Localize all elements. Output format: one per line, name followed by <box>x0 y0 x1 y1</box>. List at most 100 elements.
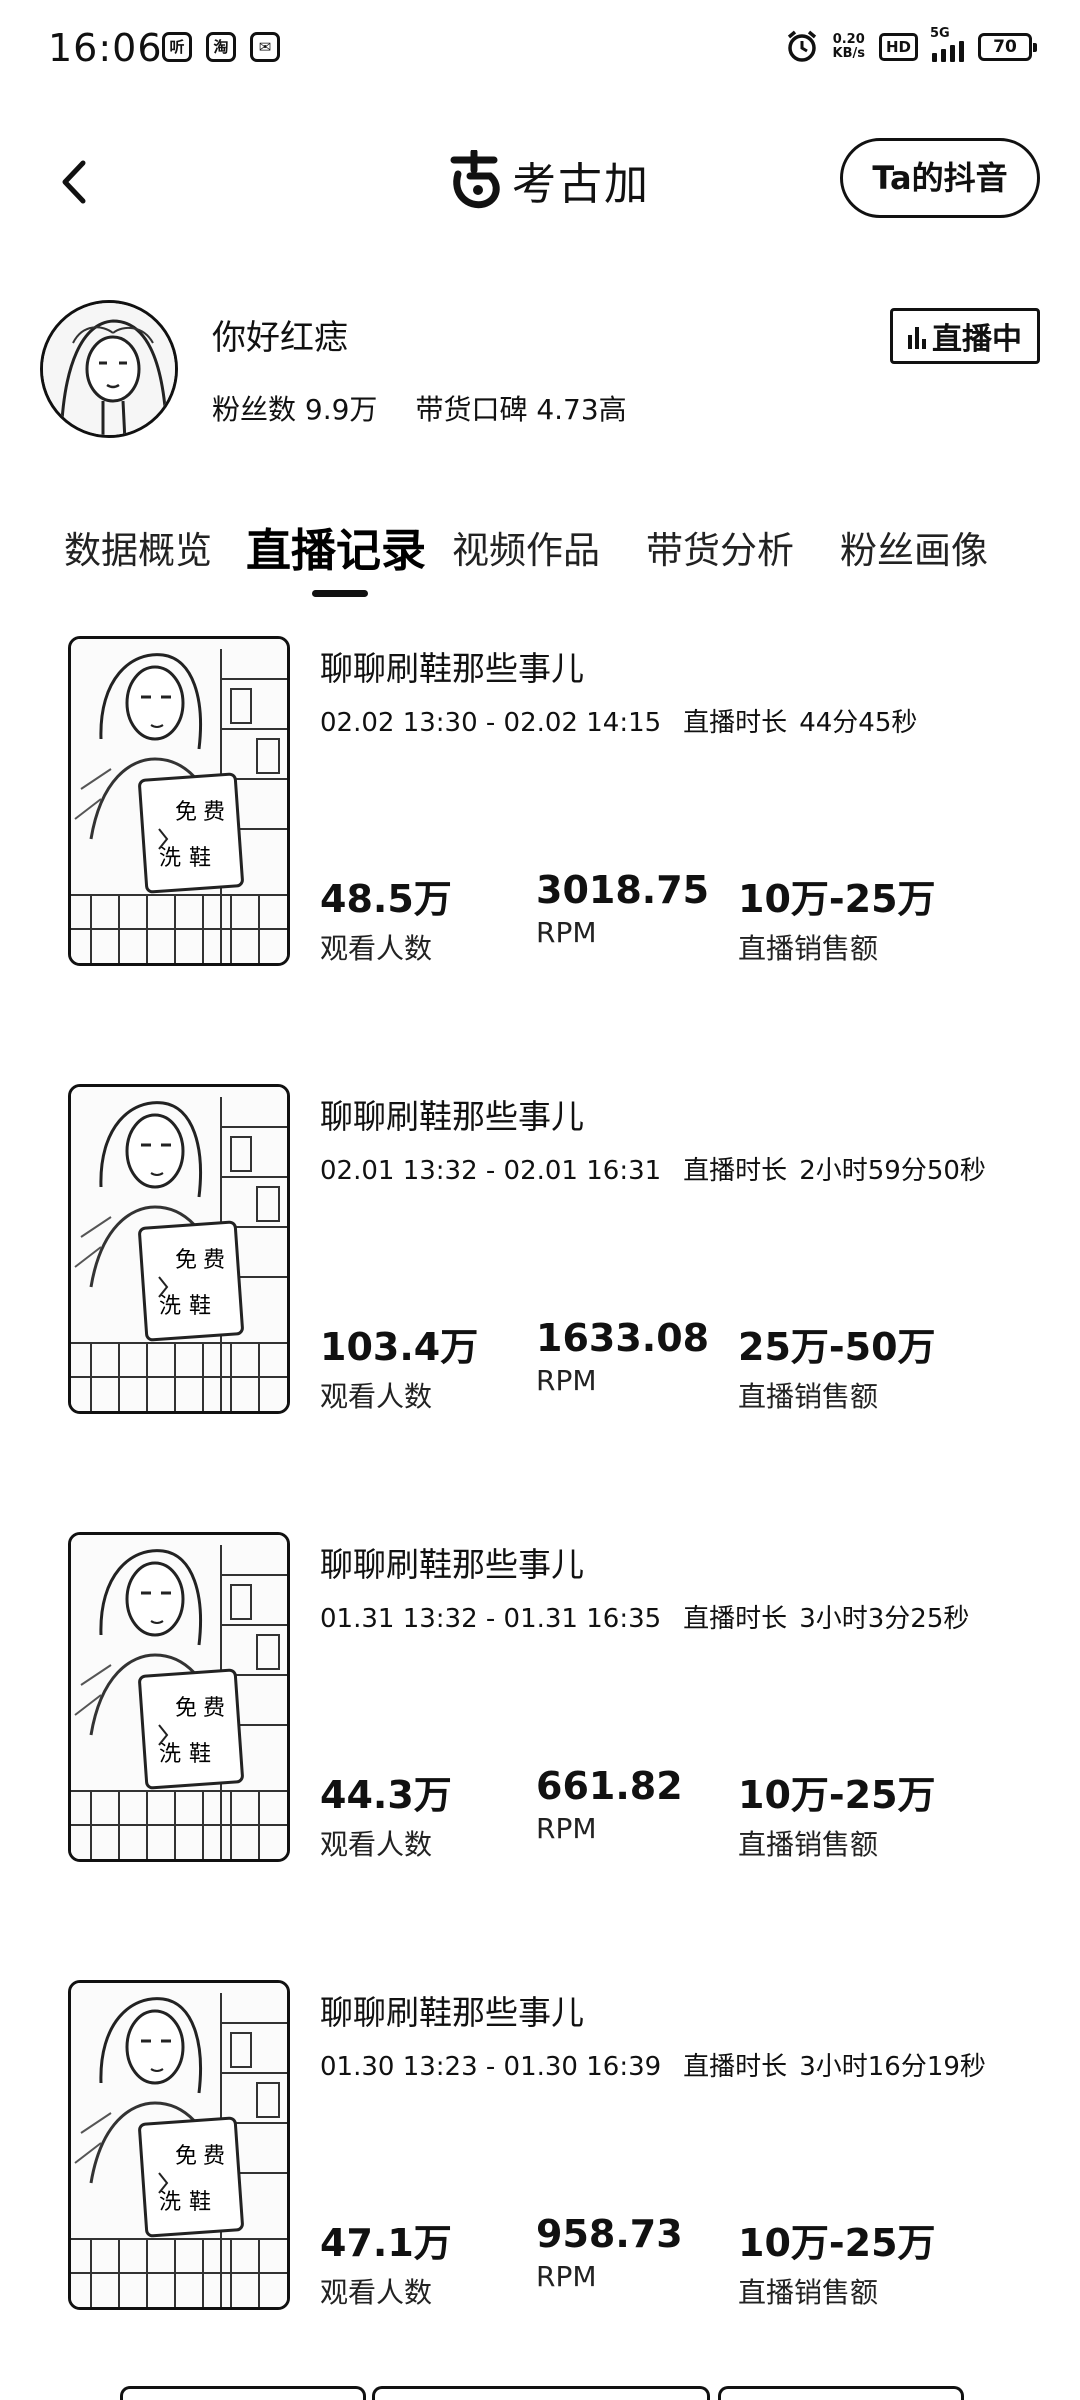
profile-stats: 粉丝数 9.9万 带货口碑 4.73高 <box>212 388 627 428</box>
record-title: 聊聊刷鞋那些事儿 <box>320 649 584 688</box>
record-time: 01.31 13:32 - 01.31 16:35 直播时长 3小时3分25秒 <box>320 1598 969 1635</box>
tab-video-works[interactable]: 视频作品 <box>452 520 600 574</box>
back-button[interactable] <box>44 152 104 212</box>
record-title: 聊聊刷鞋那些事儿 <box>320 1097 584 1136</box>
avatar[interactable] <box>40 300 178 438</box>
fans-count: 粉丝数 9.9万 <box>212 393 378 426</box>
status-indicators: 0.20 KB/s HD 5G 70 <box>785 26 1037 64</box>
sales-label: 直播销售额 <box>738 2276 879 2309</box>
duration-value: 3小时16分19秒 <box>799 2052 986 2082</box>
sign-text: 洗 <box>159 1742 181 1767</box>
rpm-label: RPM <box>536 916 597 949</box>
duration-label: 直播时长 <box>683 708 788 738</box>
viewers-label: 观看人数 <box>320 1380 433 1413</box>
duration-value: 3小时3分25秒 <box>799 1604 970 1634</box>
sales-value: 10万-25万 <box>738 2221 936 2265</box>
tab-sales-analysis[interactable]: 带货分析 <box>646 520 794 574</box>
live-bars-icon <box>908 323 926 349</box>
sign-text: 费 <box>203 800 225 825</box>
metric-viewers: 103.4万 观看人数 <box>320 1316 478 1415</box>
hd-voice-badge: HD <box>878 33 918 61</box>
sign-text: 费 <box>203 2144 225 2169</box>
record-time-range: 02.02 13:30 - 02.02 14:15 <box>320 708 662 738</box>
record-time: 01.30 13:23 - 01.30 16:39 直播时长 3小时16分19秒 <box>320 2046 986 2083</box>
rpm-label: RPM <box>536 2260 597 2293</box>
record-time: 02.01 13:32 - 02.01 16:31 直播时长 2小时59分50秒 <box>320 1150 986 1187</box>
live-cover-image: 免 费 洗 鞋 <box>71 639 287 963</box>
sign-text: 免 <box>175 2144 197 2169</box>
metric-viewers: 47.1万 观看人数 <box>320 2212 452 2311</box>
sales-label: 直播销售额 <box>738 1380 879 1413</box>
reputation-score: 带货口碑 4.73高 <box>415 393 627 426</box>
bottom-control[interactable] <box>120 2386 366 2400</box>
rpm-label: RPM <box>536 1812 597 1845</box>
sign-text: 鞋 <box>189 1742 211 1767</box>
notification-app-icon: 淘 <box>206 32 236 62</box>
live-cover-image: 免 费 洗 鞋 <box>71 1535 287 1859</box>
status-app-icons: 听 淘 ✉ <box>162 32 280 62</box>
sign-text: 免 <box>175 1696 197 1721</box>
duration-label: 直播时长 <box>683 1604 788 1634</box>
sales-value: 10万-25万 <box>738 1773 936 1817</box>
tab-fan-profile[interactable]: 粉丝画像 <box>840 520 988 574</box>
duration-value: 2小时59分50秒 <box>799 1156 986 1186</box>
notification-app-icon: 听 <box>162 32 192 62</box>
viewers-label: 观看人数 <box>320 2276 433 2309</box>
record-time: 02.02 13:30 - 02.02 14:15 直播时长 44分45秒 <box>320 702 917 739</box>
avatar-portrait <box>43 303 175 435</box>
metric-sales: 25万-50万 直播销售额 <box>738 1316 936 1415</box>
metric-viewers: 48.5万 观看人数 <box>320 868 452 967</box>
viewers-label: 观看人数 <box>320 932 433 965</box>
battery-icon: 70 <box>978 33 1037 61</box>
live-record-item[interactable]: 免 费 洗 鞋 聊聊刷鞋那些事儿 02.01 13:32 - 02.01 16:… <box>0 1084 1080 1424</box>
status-time: 16:06 <box>48 26 163 70</box>
live-record-item[interactable]: 免 费 洗 鞋 聊聊刷鞋那些事儿 01.31 13:32 - 01.31 16:… <box>0 1532 1080 1872</box>
metric-rpm: 958.73 RPM <box>536 2212 683 2293</box>
status-bar: 16:06 听 淘 ✉ 0.20 KB/s HD 5G 70 <box>0 0 1080 100</box>
rpm-label: RPM <box>536 1364 597 1397</box>
live-thumbnail[interactable]: 免 费 洗 鞋 <box>68 1084 290 1414</box>
live-record-item[interactable]: 免 费 洗 鞋 聊聊刷鞋那些事儿 02.02 13:30 - 02.02 14:… <box>0 636 1080 976</box>
metric-rpm: 1633.08 RPM <box>536 1316 709 1397</box>
live-record-item[interactable]: 免 费 洗 鞋 聊聊刷鞋那些事儿 01.30 13:23 - 01.30 16:… <box>0 1980 1080 2320</box>
sign-text: 费 <box>203 1248 225 1273</box>
bottom-control[interactable] <box>718 2386 964 2400</box>
mail-icon: ✉ <box>250 32 280 62</box>
record-title: 聊聊刷鞋那些事儿 <box>320 1545 584 1584</box>
duration-label: 直播时长 <box>683 2052 788 2082</box>
live-thumbnail[interactable]: 免 费 洗 鞋 <box>68 1532 290 1862</box>
live-thumbnail[interactable]: 免 费 洗 鞋 <box>68 1980 290 2310</box>
sign-text: 洗 <box>159 2190 181 2215</box>
live-thumbnail[interactable]: 免 费 洗 鞋 <box>68 636 290 966</box>
tab-data-overview[interactable]: 数据概览 <box>64 520 212 574</box>
bottom-control[interactable] <box>372 2386 710 2400</box>
sign-text: 洗 <box>159 1294 181 1319</box>
metric-rpm: 3018.75 RPM <box>536 868 709 949</box>
sales-label: 直播销售额 <box>738 1828 879 1861</box>
record-time-range: 01.31 13:32 - 01.31 16:35 <box>320 1604 662 1634</box>
chevron-left-icon <box>62 160 86 204</box>
metric-rpm: 661.82 RPM <box>536 1764 683 1845</box>
profile-name: 你好红痣 <box>212 318 348 358</box>
bottom-cut-off-controls <box>0 2386 1080 2400</box>
sign-text: 鞋 <box>189 846 211 871</box>
record-time-range: 02.01 13:32 - 02.01 16:31 <box>320 1156 662 1186</box>
metric-sales: 10万-25万 直播销售额 <box>738 2212 936 2311</box>
sign-text: 洗 <box>159 846 181 871</box>
sales-value: 10万-25万 <box>738 877 936 921</box>
sales-value: 25万-50万 <box>738 1325 936 1369</box>
live-status-badge[interactable]: 直播中 <box>890 308 1040 364</box>
active-tab-indicator <box>312 590 368 597</box>
viewers-value: 103.4万 <box>320 1325 479 1369</box>
brand-name: 考古加 <box>512 159 650 210</box>
app-header: 考古加 Ta的抖音 <box>0 130 1080 240</box>
viewers-value: 44.3万 <box>320 1773 452 1817</box>
metric-sales: 10万-25万 直播销售额 <box>738 1764 936 1863</box>
ta-douyin-button[interactable]: Ta的抖音 <box>840 138 1040 218</box>
sign-text: 免 <box>175 800 197 825</box>
record-time-range: 01.30 13:23 - 01.30 16:39 <box>320 2052 662 2082</box>
tab-live-records[interactable]: 直播记录 <box>246 514 426 579</box>
record-title: 聊聊刷鞋那些事儿 <box>320 1993 584 2032</box>
sign-text: 免 <box>175 1248 197 1273</box>
duration-value: 44分45秒 <box>799 708 918 738</box>
